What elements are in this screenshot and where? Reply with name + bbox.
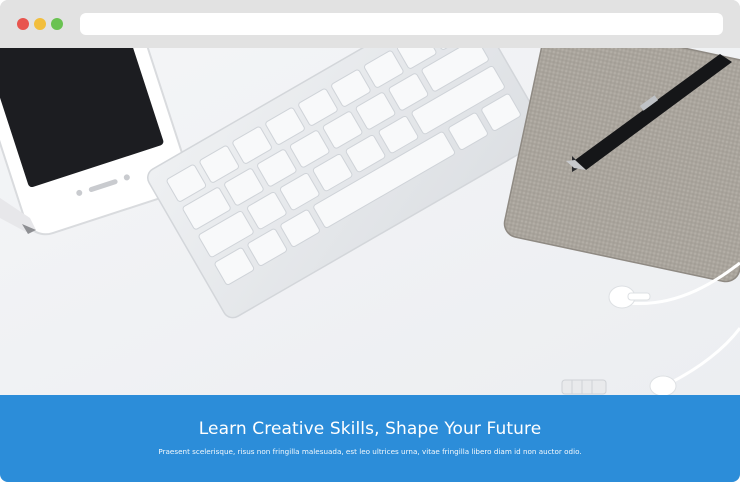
banner-subtitle: Praesent scelerisque, risus non fringill… [158, 447, 582, 456]
clip-icon [561, 379, 607, 395]
hero-image [0, 48, 740, 395]
browser-toolbar [0, 0, 740, 48]
banner-title: Learn Creative Skills, Shape Your Future [198, 419, 542, 439]
hero-banner: Learn Creative Skills, Shape Your Future… [0, 395, 740, 482]
close-window-icon[interactable] [17, 18, 29, 30]
address-bar[interactable] [80, 13, 723, 35]
minimize-window-icon[interactable] [34, 18, 46, 30]
desk-flatlay-illustration [0, 48, 740, 395]
maximize-window-icon[interactable] [51, 18, 63, 30]
browser-window: Learn Creative Skills, Shape Your Future… [0, 0, 740, 482]
